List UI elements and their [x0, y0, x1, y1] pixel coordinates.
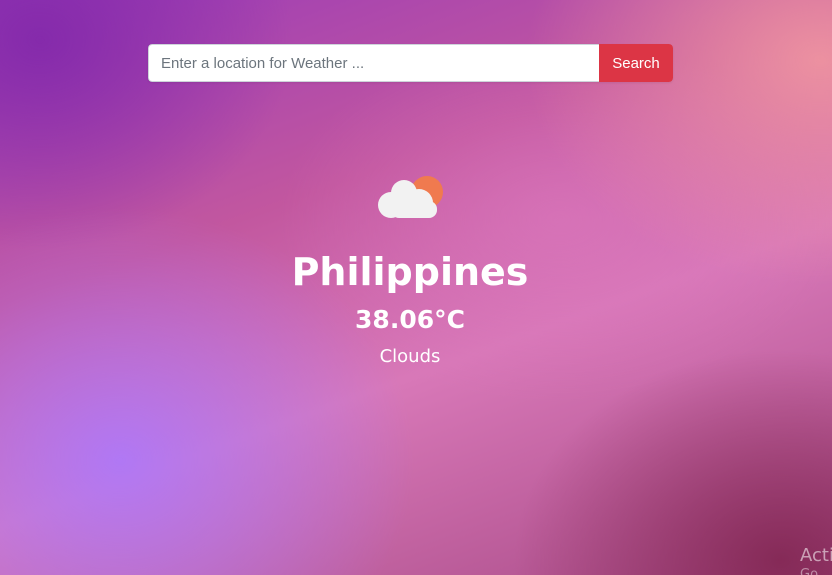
search-input[interactable] — [148, 44, 599, 82]
search-button[interactable]: Search — [599, 44, 673, 82]
temperature: 38.06°C — [355, 305, 465, 334]
partly-cloudy-icon — [375, 172, 447, 222]
activation-watermark-sub: Go — [800, 567, 819, 575]
activation-watermark: Acti — [800, 545, 832, 566]
weather-description: Clouds — [379, 346, 441, 367]
search-bar: Search — [148, 44, 673, 82]
city-name: Philippines — [291, 250, 529, 294]
